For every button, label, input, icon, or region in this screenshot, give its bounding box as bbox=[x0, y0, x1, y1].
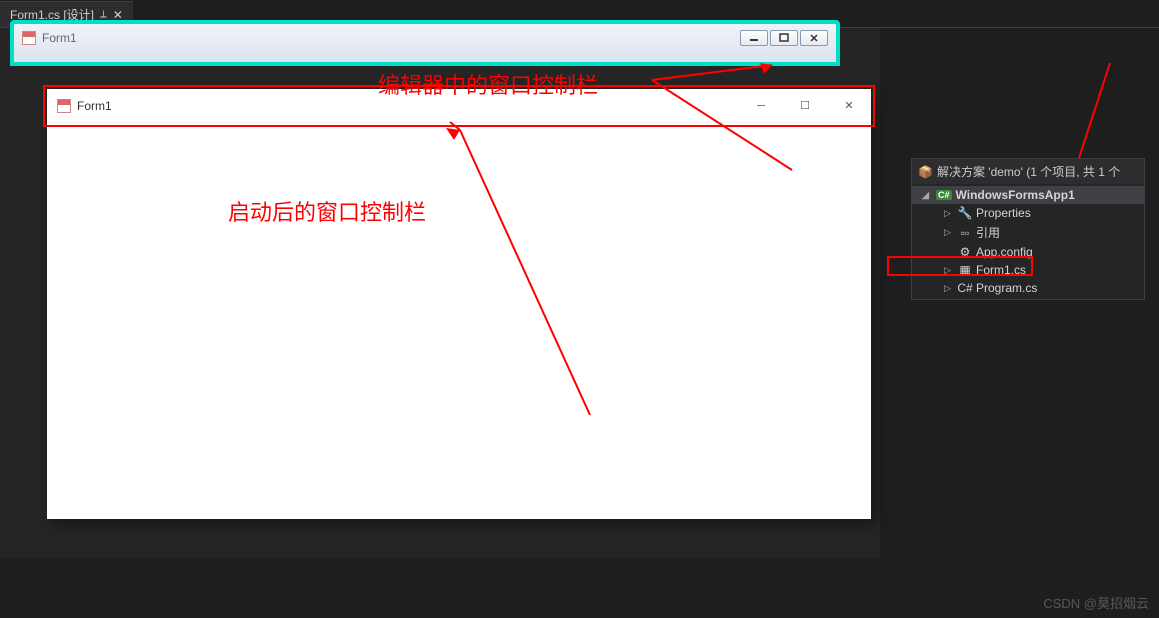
annotation-editor-controls: 编辑器中的窗口控制栏 bbox=[378, 68, 598, 100]
expander-icon[interactable]: ◢ bbox=[922, 190, 932, 201]
minimize-button[interactable] bbox=[740, 30, 768, 46]
tree-item-references[interactable]: ▷ ▫▫ 引用 bbox=[912, 222, 1144, 243]
app-icon bbox=[22, 31, 36, 45]
annotation-run-controls: 启动后的窗口控制栏 bbox=[228, 195, 426, 227]
tree-project-node[interactable]: ◢ C# WindowsFormsApp1 bbox=[912, 186, 1144, 204]
item-label: Program.cs bbox=[976, 281, 1037, 295]
expander-icon[interactable]: ▷ bbox=[944, 227, 954, 238]
running-form-window: Form1 ─ ☐ ✕ bbox=[47, 89, 871, 519]
expander-icon[interactable]: ▷ bbox=[944, 208, 954, 219]
tree-item-programcs[interactable]: ▷ C# Program.cs bbox=[912, 279, 1144, 297]
annotation-box-form1cs bbox=[887, 256, 1033, 276]
item-label: Properties bbox=[976, 206, 1031, 220]
watermark-text: CSDN @莫招烟云 bbox=[1043, 593, 1149, 612]
expander-icon[interactable]: ▷ bbox=[944, 283, 954, 294]
tree-item-properties[interactable]: ▷ 🔧 Properties bbox=[912, 204, 1144, 222]
cs-file-icon: C# bbox=[958, 281, 972, 295]
solution-icon: 📦 bbox=[918, 165, 933, 179]
project-label: WindowsFormsApp1 bbox=[956, 188, 1075, 202]
solution-explorer-header[interactable]: 📦 解决方案 'demo' (1 个项目, 共 1 个 bbox=[912, 159, 1144, 184]
solution-tree: ◢ C# WindowsFormsApp1 ▷ 🔧 Properties ▷ ▫… bbox=[912, 184, 1144, 299]
csharp-icon: C# bbox=[936, 190, 952, 200]
designer-form-title: Form1 bbox=[42, 31, 77, 45]
designer-form-title-group: Form1 bbox=[22, 31, 77, 45]
designer-form-titlebar: Form1 bbox=[10, 20, 840, 66]
solution-explorer-panel: 📦 解决方案 'demo' (1 个项目, 共 1 个 ◢ C# Windows… bbox=[911, 158, 1145, 300]
solution-title: 解决方案 'demo' (1 个项目, 共 1 个 bbox=[937, 163, 1120, 180]
close-button[interactable] bbox=[800, 30, 828, 46]
wrench-icon: 🔧 bbox=[958, 206, 972, 220]
item-label: 引用 bbox=[976, 224, 1000, 241]
designer-window-controls bbox=[740, 30, 828, 46]
maximize-button[interactable] bbox=[770, 30, 798, 46]
pin-icon[interactable]: ⟂ bbox=[100, 9, 107, 20]
references-icon: ▫▫ bbox=[958, 226, 972, 240]
